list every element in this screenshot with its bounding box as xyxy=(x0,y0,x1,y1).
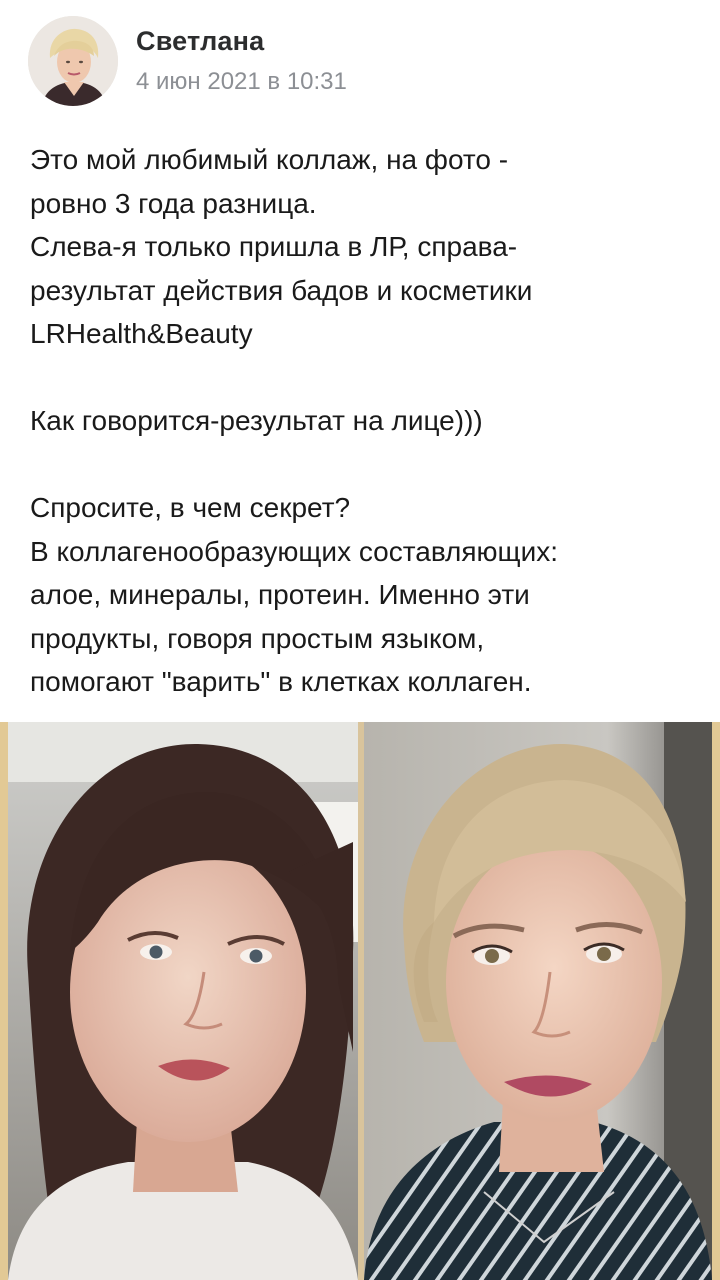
post-date[interactable]: 4 июн 2021 в 10:31 xyxy=(136,68,347,96)
post-paragraph-spacer xyxy=(30,356,700,400)
before-photo[interactable] xyxy=(8,722,358,1280)
post-header: Светлана 4 июн 2021 в 10:31 xyxy=(0,0,720,120)
photo-collage[interactable] xyxy=(0,722,720,1280)
collage-frame xyxy=(712,722,720,1280)
post-paragraph: Как говорится-результат на лице))) xyxy=(30,405,483,436)
author-name[interactable]: Светлана xyxy=(136,26,264,57)
after-photo[interactable] xyxy=(364,722,712,1280)
avatar-image xyxy=(28,16,118,106)
collage-frame xyxy=(0,722,8,1280)
post-text: Это мой любимый коллаж, на фото - ровно … xyxy=(30,138,700,704)
post-paragraph: Спросите, в чем секрет? В коллагенообраз… xyxy=(30,492,559,697)
author-avatar[interactable] xyxy=(28,16,118,106)
before-photo-image xyxy=(8,722,358,1280)
post-paragraph: Это мой любимый коллаж, на фото - ровно … xyxy=(30,144,533,349)
post-paragraph-spacer xyxy=(30,443,700,487)
after-photo-image xyxy=(364,722,712,1280)
